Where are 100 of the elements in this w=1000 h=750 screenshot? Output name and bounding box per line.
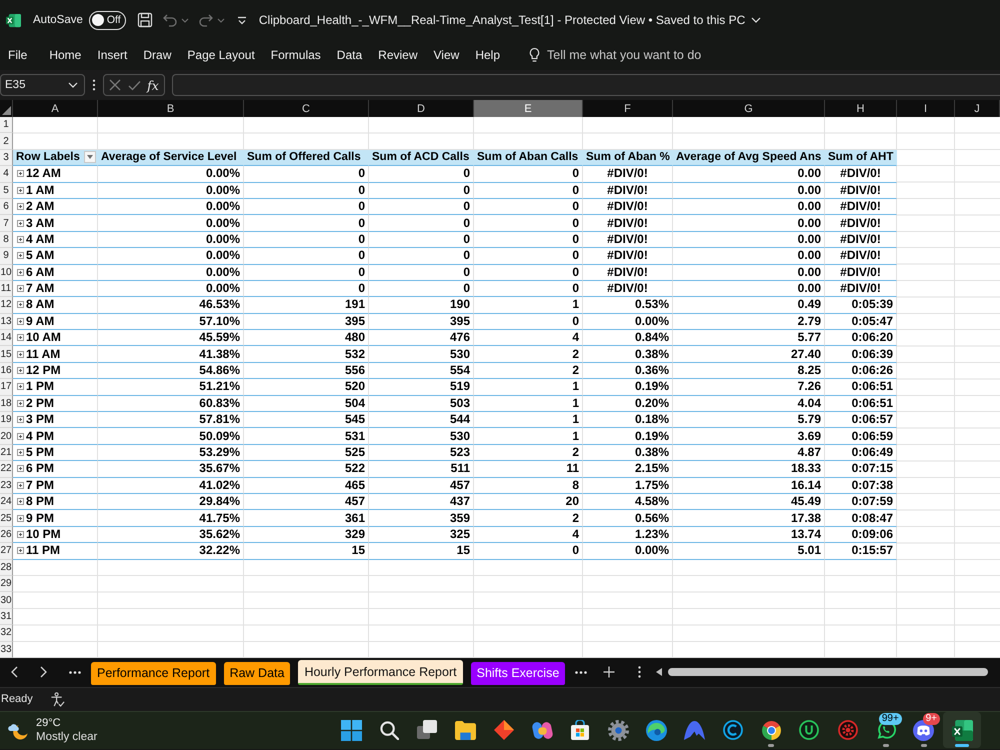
row-number[interactable]: 24 — [0, 494, 13, 510]
expand-icon[interactable] — [17, 252, 24, 260]
row-number[interactable]: 10 — [0, 264, 13, 281]
row-number[interactable]: 16 — [0, 362, 13, 380]
expand-icon[interactable] — [17, 367, 24, 374]
expand-icon[interactable] — [17, 449, 24, 456]
sheet-tab[interactable]: Performance Report — [91, 662, 216, 685]
expand-icon[interactable] — [17, 498, 24, 506]
caret-icon[interactable] — [180, 18, 189, 22]
expand-icon[interactable] — [17, 383, 24, 390]
chevron-down-icon[interactable] — [68, 82, 78, 88]
accessibility-icon[interactable] — [50, 692, 65, 707]
row-number[interactable]: 33 — [0, 642, 13, 658]
row-number[interactable]: 20 — [0, 428, 13, 445]
row-number[interactable]: 18 — [0, 396, 13, 412]
expand-icon[interactable] — [17, 318, 24, 325]
more-options-icon[interactable] — [92, 79, 96, 91]
ribbon-tab[interactable]: Home — [49, 43, 82, 67]
row-number[interactable]: 29 — [0, 576, 13, 592]
row-number[interactable]: 28 — [0, 560, 13, 576]
pivot-value: 480 — [244, 330, 369, 346]
row-number[interactable]: 27 — [0, 543, 13, 560]
expand-icon[interactable] — [17, 482, 24, 489]
row-number[interactable]: 6 — [0, 198, 13, 216]
row-number[interactable]: 2 — [0, 133, 13, 150]
sheet-tab[interactable]: Shifts Exercise — [470, 662, 566, 685]
expand-icon[interactable] — [17, 416, 24, 424]
autosave-toggle[interactable]: Off — [88, 10, 126, 30]
ribbon-tab[interactable]: View — [434, 43, 460, 67]
more-options-icon[interactable] — [69, 670, 81, 674]
taskbar-button[interactable]: 9+ — [904, 712, 943, 748]
expand-icon[interactable] — [17, 170, 24, 178]
ribbon-tab[interactable]: Insert — [97, 43, 128, 67]
ribbon-tab[interactable]: Help — [475, 43, 500, 67]
ribbon-tab[interactable]: Formulas — [270, 43, 321, 67]
scrollbar-thumb[interactable] — [668, 668, 988, 676]
caret-icon[interactable] — [216, 18, 225, 22]
chevron-right-icon[interactable] — [40, 666, 47, 678]
row-number[interactable]: 7 — [0, 215, 13, 232]
row-number[interactable]: 21 — [0, 444, 13, 462]
row-number[interactable]: 30 — [0, 592, 13, 609]
filter-button[interactable] — [84, 151, 96, 164]
row-number[interactable]: 31 — [0, 608, 13, 626]
search-field[interactable]: Tell me what you want to do — [547, 48, 727, 62]
row-number[interactable]: 25 — [0, 510, 13, 527]
expand-icon[interactable] — [17, 465, 24, 472]
sheet-tab[interactable]: Hourly Performance Report — [298, 660, 463, 685]
row-number[interactable]: 22 — [0, 461, 13, 478]
name-box[interactable]: E35 — [0, 74, 85, 96]
row-number[interactable]: 23 — [0, 478, 13, 494]
row-number[interactable]: 5 — [0, 182, 13, 199]
customize-toolbar-icon[interactable] — [236, 16, 247, 24]
row-number[interactable]: 11 — [0, 280, 13, 298]
more-options-icon[interactable] — [638, 666, 642, 678]
expand-icon[interactable] — [17, 530, 24, 538]
taskbar-button[interactable]: 99+ — [866, 712, 905, 748]
row-number[interactable]: 32 — [0, 625, 13, 642]
row-number[interactable]: 13 — [0, 314, 13, 330]
row-number[interactable]: 4 — [0, 166, 13, 183]
row-number[interactable]: 12 — [0, 297, 13, 314]
column-header[interactable]: E — [474, 100, 583, 117]
ribbon-tab[interactable]: Page Layout — [187, 43, 255, 67]
expand-icon[interactable] — [17, 285, 24, 292]
expand-icon[interactable] — [17, 236, 24, 243]
row-number[interactable]: 15 — [0, 346, 13, 363]
row-number[interactable]: 17 — [0, 379, 13, 396]
row-number[interactable]: 26 — [0, 526, 13, 544]
ribbon-tab[interactable]: Review — [378, 43, 418, 67]
row-number[interactable]: 19 — [0, 412, 13, 428]
row-number[interactable]: 14 — [0, 330, 13, 346]
expand-icon[interactable] — [17, 334, 24, 342]
expand-icon[interactable] — [17, 547, 24, 554]
sheet-tab[interactable]: Raw Data — [224, 662, 290, 685]
row-number[interactable]: 9 — [0, 248, 13, 265]
insert-function-button[interactable]: fx — [147, 78, 159, 92]
expand-icon[interactable] — [17, 186, 24, 194]
expand-icon[interactable] — [17, 268, 24, 276]
chevron-left-icon[interactable] — [11, 666, 18, 678]
ribbon-tab[interactable]: File — [8, 43, 28, 67]
ribbon-tab[interactable]: Draw — [143, 43, 172, 67]
expand-icon[interactable] — [17, 220, 24, 227]
expand-icon[interactable] — [17, 301, 24, 308]
expand-icon[interactable] — [17, 203, 24, 210]
row-number[interactable]: 3 — [0, 150, 13, 166]
expand-icon[interactable] — [17, 400, 24, 407]
expand-icon[interactable] — [17, 432, 24, 440]
document-title-button[interactable]: Clipboard_Health_-_WFM__Real-Time_Analyst_Test[1] - Protected View • Saved to this PC — [258, 13, 762, 27]
diamond-icon — [494, 720, 514, 740]
plus-icon[interactable] — [603, 666, 616, 678]
row-number[interactable]: 8 — [0, 232, 13, 248]
ribbon-tab[interactable]: Data — [336, 43, 362, 67]
expand-icon[interactable] — [17, 514, 24, 522]
formula-input[interactable] — [172, 74, 1000, 96]
row-number[interactable]: 1 — [0, 117, 13, 134]
select-all-button[interactable] — [0, 100, 13, 117]
expand-icon[interactable] — [17, 350, 24, 358]
save-icon[interactable] — [136, 12, 153, 28]
more-options-icon[interactable] — [575, 670, 588, 674]
scroll-left-icon[interactable] — [656, 668, 662, 676]
taskbar-button[interactable] — [943, 712, 982, 748]
